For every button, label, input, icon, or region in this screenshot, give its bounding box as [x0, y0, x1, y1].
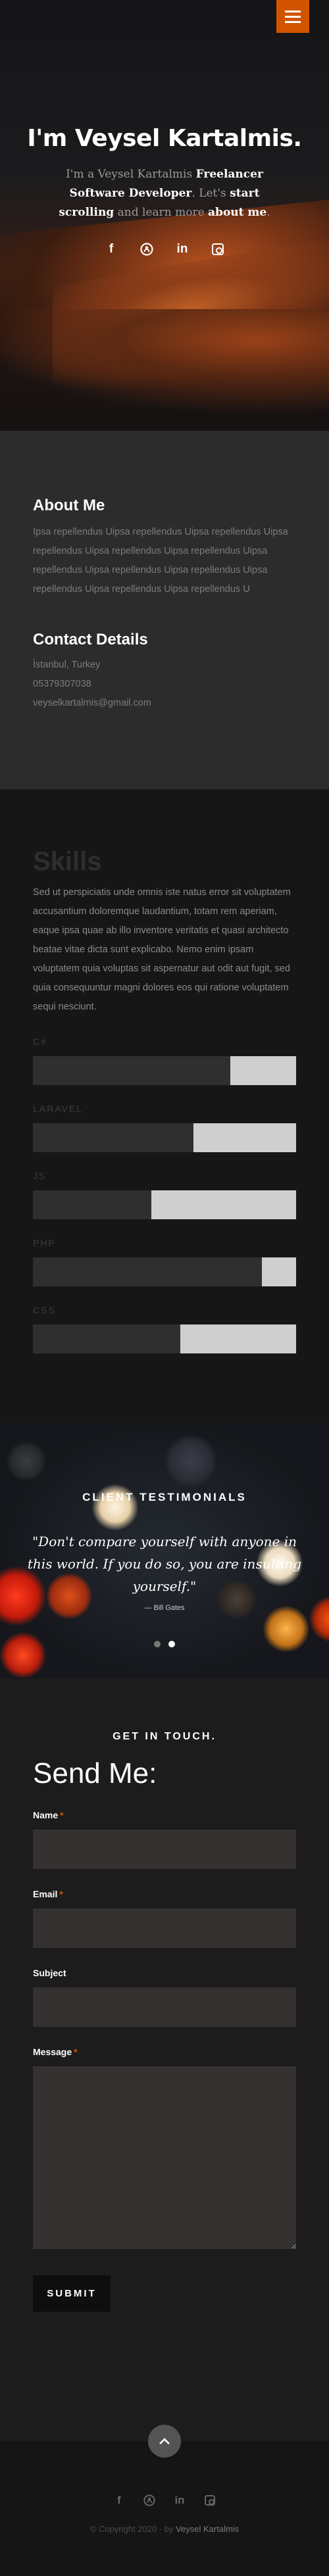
hero-subtitle: I'm a Veysel Kartalmis Freelancer Softwa…: [46, 165, 283, 222]
skill-name: JS: [33, 1171, 47, 1181]
required-marker: *: [59, 1889, 63, 1899]
subject-label: Subject: [33, 1968, 66, 1978]
skill-name: CSS: [33, 1305, 56, 1315]
contact-email: veyselkartalmis@gmail.com: [33, 698, 151, 708]
skill-name: C#: [33, 1036, 47, 1047]
message-label: Message *: [33, 2047, 296, 2057]
required-marker: *: [60, 1810, 64, 1820]
skills-description: Sed ut perspiciatis unde omnis iste natu…: [33, 887, 291, 1012]
testimonials-section: CLIENT TESTIMONIALS "Don't compare yours…: [0, 1422, 329, 1678]
copyright-text: © Copyright 2020 · by: [89, 2524, 176, 2534]
name-field: Name *: [33, 1810, 296, 1869]
message-textarea[interactable]: [33, 2066, 296, 2249]
linkedin-icon[interactable]: in: [175, 242, 190, 256]
bokeh-light: [164, 1435, 217, 1488]
email-field: Email *: [33, 1889, 296, 1948]
skill-bar-fill: [151, 1190, 296, 1219]
subtitle-text: . Let's: [191, 187, 230, 200]
instagram-icon-shape: [205, 2495, 215, 2506]
skill-item-js: JS: [33, 1171, 296, 1219]
label-text: Name: [33, 1810, 59, 1820]
skill-item-css: CSS: [33, 1305, 296, 1353]
email-label: Email *: [33, 1889, 296, 1899]
skills-section: Skills Sed ut perspiciatis unde omnis is…: [0, 789, 329, 1422]
skill-bar: [33, 1056, 296, 1085]
instagram-icon-shape: [212, 243, 224, 255]
subtitle-text: .: [266, 206, 270, 219]
subtitle-text: and learn more: [114, 206, 209, 219]
instagram-icon[interactable]: [211, 242, 225, 256]
hamburger-menu-button[interactable]: [276, 0, 309, 33]
instagram-icon[interactable]: [203, 2494, 216, 2507]
bokeh-light: [309, 1596, 329, 1642]
scroll-to-top-button[interactable]: [148, 2425, 181, 2458]
hero-section: I'm Veysel Kartalmis. I'm a Veysel Karta…: [0, 0, 329, 431]
form-title: Send Me:: [33, 1757, 157, 1789]
contact-details-list: İstanbul, Turkey 05379307038 veyselkarta…: [33, 656, 296, 713]
skill-name: LARAVEL: [33, 1104, 83, 1114]
copyright: © Copyright 2020 · by Veysel Kartalmis: [0, 2524, 329, 2534]
about-section: About Me Ipsa repellendus Uipsa repellen…: [0, 431, 329, 789]
bokeh-light: [7, 1442, 46, 1481]
desert-dune-foreground: [0, 309, 329, 414]
contact-city: İstanbul, Turkey: [33, 660, 101, 670]
contact-form-section: GET IN TOUCH. Send Me: Name * Email * Subj…: [0, 1678, 329, 2441]
skill-bar-fill: [193, 1123, 296, 1152]
subject-field: Subject: [33, 1968, 296, 2027]
footer: f in © Copyright 2020 · by Veysel Kartal…: [0, 2425, 329, 2576]
carousel-dot-active[interactable]: [168, 1641, 175, 1647]
facebook-icon[interactable]: f: [104, 242, 118, 256]
contact-details-heading: Contact Details: [33, 631, 148, 648]
carousel-pagination: [26, 1641, 303, 1647]
skill-bar: [33, 1324, 296, 1353]
skill-item-laravel: LARAVEL: [33, 1104, 296, 1152]
skills-heading: Skills: [33, 847, 102, 876]
label-text: Message: [33, 2047, 72, 2057]
facebook-icon[interactable]: f: [113, 2494, 126, 2507]
skill-item-php: PHP: [33, 1238, 296, 1286]
chevron-up-icon: [159, 2438, 170, 2444]
skill-bar-fill: [230, 1056, 296, 1085]
subtitle-text: I'm a Veysel Kartalmis: [66, 168, 196, 181]
testimonial-quote: "Don't compare yourself with anyone in t…: [27, 1534, 302, 1594]
hero-social-links: f in: [0, 242, 329, 256]
name-input[interactable]: [33, 1830, 296, 1869]
about-heading: About Me: [33, 497, 105, 514]
skill-bar: [33, 1190, 296, 1219]
github-icon[interactable]: [139, 242, 154, 256]
subtitle-highlight: about me: [208, 206, 267, 219]
testimonials-heading: CLIENT TESTIMONIALS: [82, 1491, 247, 1503]
subject-input[interactable]: [33, 1987, 296, 2027]
email-input[interactable]: [33, 1908, 296, 1948]
copyright-name-link[interactable]: Veysel Kartalmis: [176, 2524, 239, 2534]
skill-item-csharp: C#: [33, 1036, 296, 1085]
linkedin-icon[interactable]: in: [173, 2494, 186, 2507]
message-field: Message *: [33, 2047, 296, 2249]
skill-bar: [33, 1123, 296, 1152]
hero-title: I'm Veysel Kartalmis.: [27, 125, 302, 152]
hero-content: I'm Veysel Kartalmis. I'm a Veysel Karta…: [0, 125, 329, 256]
testimonial-content: CLIENT TESTIMONIALS "Don't compare yours…: [26, 1491, 303, 1647]
form-kicker: GET IN TOUCH.: [113, 1731, 216, 1742]
label-text: Email: [33, 1889, 58, 1899]
contact-phone: 05379307038: [33, 679, 91, 689]
skill-bar: [33, 1257, 296, 1286]
required-marker: *: [74, 2047, 78, 2057]
name-label: Name *: [33, 1810, 296, 1820]
skill-bar-fill: [262, 1257, 296, 1286]
carousel-dot[interactable]: [154, 1641, 161, 1647]
menu-icon-bar: [285, 15, 301, 18]
github-icon[interactable]: [143, 2494, 156, 2507]
testimonial-author: — Bill Gates: [144, 1604, 185, 1612]
about-text: Ipsa repellendus Uipsa repellendus Uipsa…: [33, 527, 288, 595]
skill-bar-fill: [180, 1324, 296, 1353]
menu-icon-bar: [285, 20, 301, 23]
submit-button[interactable]: SUBMIT: [33, 2275, 111, 2312]
skill-name: PHP: [33, 1238, 56, 1248]
menu-icon-bar: [285, 10, 301, 12]
